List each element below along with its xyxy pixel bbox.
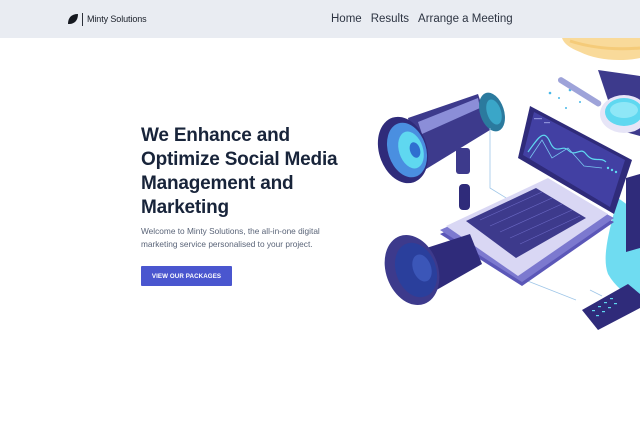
top-megaphone-icon [377,92,505,210]
bottom-megaphone-icon [384,234,482,305]
brand-name: Minty Solutions [87,14,147,24]
nav-link-arrange-meeting[interactable]: Arrange a Meeting [418,13,513,25]
mobile-device-icon [582,284,640,330]
top-navbar: Minty Solutions Home Results Arrange a M… [0,0,640,38]
megaphone-laptop-illustration [377,38,640,330]
hero-subtitle: Welcome to Minty Solutions, the all-in-o… [141,226,320,249]
brand[interactable]: Minty Solutions [67,11,147,27]
main-nav: Home Results Arrange a Meeting [331,11,522,27]
nav-link-home[interactable]: Home [331,13,362,25]
view-packages-button[interactable]: VIEW OUR PACKAGES [141,266,232,286]
brand-divider [82,12,83,26]
magnifier-icon [557,70,640,136]
hero-title: We Enhance and Optimize Social Media Man… [141,125,338,218]
leaf-icon [68,14,78,24]
nav-link-results[interactable]: Results [371,13,409,25]
